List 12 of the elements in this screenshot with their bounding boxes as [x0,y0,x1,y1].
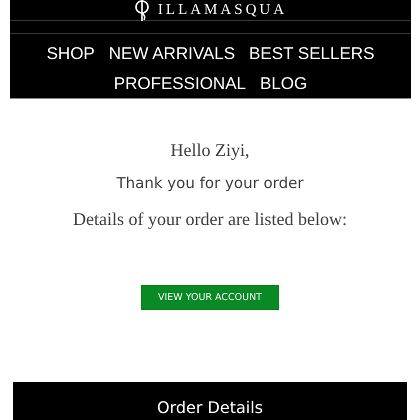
details-text: Details of your order are listed below: [73,208,347,230]
nav-link[interactable]: PROFESSIONAL [114,74,246,94]
logo-text[interactable]: ILLAMASQUA [158,1,288,19]
logo-icon [134,0,150,21]
account-button[interactable]: VIEW YOUR ACCOUNT [141,285,279,310]
nav-link[interactable]: NEW ARRIVALS [108,44,236,64]
thanks-text: Thank you for your order [116,173,304,194]
greeting-text: Hello Ziyi, [170,139,250,161]
order-details-title: Order Details [156,398,264,419]
nav-link[interactable]: BEST SELLERS [249,44,374,64]
nav-link[interactable]: SHOP [46,44,95,64]
nav-link[interactable]: BLOG [260,74,308,94]
